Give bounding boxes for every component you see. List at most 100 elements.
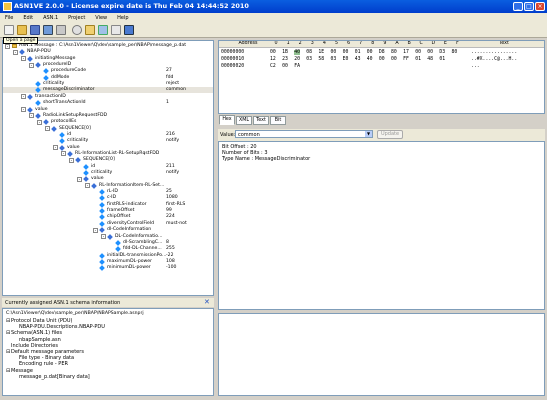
save-icon[interactable] bbox=[30, 25, 40, 35]
hex-byte[interactable]: 00 bbox=[367, 50, 373, 55]
tree-node-label[interactable]: id bbox=[91, 164, 95, 170]
hex-byte[interactable]: FA bbox=[294, 64, 300, 69]
tree-node-label[interactable]: maximumDL-power bbox=[107, 259, 152, 265]
hex-byte[interactable]: FF bbox=[403, 57, 409, 62]
hex-byte[interactable]: 80 bbox=[452, 50, 458, 55]
tree-node-label[interactable]: initialDL-transmissionPo... bbox=[107, 253, 166, 259]
message-tree[interactable]: - ASN.1 Message : C:\Asn1Viewer\Q\dev\sam… bbox=[2, 40, 214, 296]
tree-toggle-icon[interactable]: - bbox=[5, 43, 10, 49]
print-icon[interactable] bbox=[56, 25, 66, 35]
minimize-button[interactable]: _ bbox=[513, 2, 523, 11]
schema-item[interactable]: nbapSample.asn bbox=[14, 337, 61, 343]
schema-item[interactable]: File type - Binary data bbox=[14, 355, 74, 361]
schema-item[interactable]: ⊟Schema(ASN.1) files bbox=[6, 330, 62, 336]
tab-hex[interactable]: Hex bbox=[219, 115, 235, 125]
schema-item[interactable]: ⊟Default message parameters bbox=[6, 349, 84, 355]
hex-byte[interactable]: 80 bbox=[391, 50, 397, 55]
tree-toggle-icon[interactable]: - bbox=[21, 94, 26, 100]
schema-panel[interactable]: C:\Asn1Viewer\Q\dev\sample_per\NBAP\NBAP… bbox=[2, 308, 214, 396]
hex-byte[interactable]: D8 bbox=[379, 50, 385, 55]
tree-toggle-icon[interactable]: - bbox=[37, 119, 42, 125]
tree-node-label[interactable]: ddMode bbox=[51, 75, 69, 81]
hex-byte[interactable]: E0 bbox=[343, 57, 349, 62]
hex-byte[interactable]: C2 bbox=[270, 64, 276, 69]
hex-byte[interactable]: 12 bbox=[270, 57, 276, 62]
save-all-icon[interactable] bbox=[43, 25, 53, 35]
hex-byte[interactable]: 03 bbox=[331, 57, 337, 62]
tree-node-label[interactable]: value bbox=[91, 176, 104, 182]
hex-byte[interactable]: 40 bbox=[367, 57, 373, 62]
tab-text[interactable]: Text bbox=[253, 116, 269, 125]
schema-item[interactable]: NBAP-PDU.Descriptions.NBAP-PDU bbox=[14, 324, 105, 330]
hex-byte[interactable]: D3 bbox=[439, 50, 445, 55]
hex-byte[interactable]: 40 bbox=[294, 50, 300, 55]
hex-byte[interactable]: 00 bbox=[427, 50, 433, 55]
tree-toggle-icon[interactable]: - bbox=[61, 151, 66, 157]
tree-toggle-icon[interactable]: - bbox=[77, 176, 82, 182]
tree-node-label[interactable]: id bbox=[67, 132, 71, 138]
tree-node-label[interactable]: dl-CodeInformation bbox=[107, 227, 151, 233]
tree-node-label[interactable]: criticality bbox=[67, 138, 88, 144]
hex-byte[interactable]: 00 bbox=[391, 57, 397, 62]
chevron-down-icon[interactable]: ▼ bbox=[365, 131, 372, 137]
schema-item[interactable]: message_p.dat[Binary data] bbox=[14, 374, 90, 380]
hex-byte[interactable]: 00 bbox=[331, 50, 337, 55]
tree-node-label[interactable]: value bbox=[35, 107, 48, 113]
menu-help[interactable]: Help bbox=[112, 13, 133, 21]
tree-node-label[interactable]: shortTransActionId bbox=[43, 100, 86, 106]
tree-node-label[interactable]: RadioLinkSetupRequestFDD bbox=[43, 113, 107, 119]
schema-item[interactable]: ⊟Message bbox=[6, 368, 33, 374]
close-panel-icon[interactable]: ✕ bbox=[204, 298, 210, 306]
hex-byte[interactable]: 03 bbox=[306, 57, 312, 62]
tree-node-label[interactable]: protocolIEs bbox=[51, 119, 76, 125]
tree-toggle-icon[interactable]: - bbox=[53, 145, 58, 151]
menu-file[interactable]: File bbox=[0, 13, 18, 21]
schema-item[interactable]: ⊟Protocol Data Unit (PDU) bbox=[6, 318, 72, 324]
menu-view[interactable]: View bbox=[90, 13, 112, 21]
tree-node-label[interactable]: RL-InformationItem-RL-Set... bbox=[99, 183, 164, 189]
tree-toggle-icon[interactable]: - bbox=[13, 49, 18, 55]
tree-node-label[interactable]: initiatingMessage bbox=[35, 56, 75, 62]
tree-toggle-icon[interactable]: - bbox=[45, 126, 50, 132]
document-icon[interactable] bbox=[111, 25, 121, 35]
tree-node-label[interactable]: messageDiscriminator bbox=[43, 87, 95, 93]
tree-node-label[interactable]: transactionID bbox=[35, 94, 66, 100]
hex-byte[interactable]: 1B bbox=[282, 50, 288, 55]
schema-item[interactable]: Encoding rule - PER bbox=[14, 361, 68, 367]
tree-node-label[interactable]: dl-ScramblingC... bbox=[123, 240, 162, 246]
tree-node-label[interactable]: NBAP-PDU bbox=[27, 49, 51, 55]
menu-edit[interactable]: Edit bbox=[18, 13, 38, 21]
hex-byte[interactable]: 17 bbox=[403, 50, 409, 55]
hex-byte[interactable]: 00 bbox=[379, 57, 385, 62]
value-select[interactable]: common ▼ bbox=[235, 130, 373, 138]
new-file-icon[interactable] bbox=[4, 25, 14, 35]
menu-project[interactable]: Project bbox=[63, 13, 90, 21]
schema-item[interactable]: Include Directories bbox=[6, 343, 58, 349]
hex-byte[interactable]: 1E bbox=[318, 50, 324, 55]
tab-xml[interactable]: XML bbox=[236, 116, 252, 125]
tree-node-label[interactable]: minimumDL-power bbox=[107, 265, 151, 271]
tree-node-label[interactable]: DL-CodeInformatio... bbox=[115, 234, 162, 240]
schema-icon[interactable] bbox=[98, 25, 108, 35]
tree-node-label[interactable]: chipOffset bbox=[107, 214, 130, 220]
search-icon[interactable] bbox=[72, 25, 82, 35]
hex-byte[interactable]: 58 bbox=[318, 57, 324, 62]
hex-byte[interactable]: 00 bbox=[415, 50, 421, 55]
open-folder-icon[interactable] bbox=[17, 25, 27, 35]
hex-byte[interactable]: 08 bbox=[306, 50, 312, 55]
maximize-button[interactable]: □ bbox=[524, 2, 534, 11]
hex-view[interactable]: Address 0123456789ABCDEF Text 00000000 00… bbox=[218, 40, 545, 114]
tree-toggle-icon[interactable]: - bbox=[29, 113, 34, 119]
hex-byte[interactable]: 23 bbox=[282, 57, 288, 62]
tree-toggle-icon[interactable]: - bbox=[93, 227, 98, 233]
tab-bit[interactable]: Bit bbox=[270, 116, 286, 125]
hex-byte[interactable]: 48 bbox=[427, 57, 433, 62]
hex-byte[interactable]: 01 bbox=[355, 50, 361, 55]
update-button[interactable]: Update bbox=[377, 130, 403, 139]
hex-byte[interactable]: 01 bbox=[415, 57, 421, 62]
tree-toggle-icon[interactable]: - bbox=[85, 183, 90, 189]
tree-toggle-icon[interactable]: - bbox=[101, 234, 106, 239]
tree-toggle-icon[interactable]: - bbox=[21, 56, 26, 62]
hex-byte[interactable]: 43 bbox=[355, 57, 361, 62]
tree-toggle-icon[interactable]: - bbox=[69, 157, 74, 163]
